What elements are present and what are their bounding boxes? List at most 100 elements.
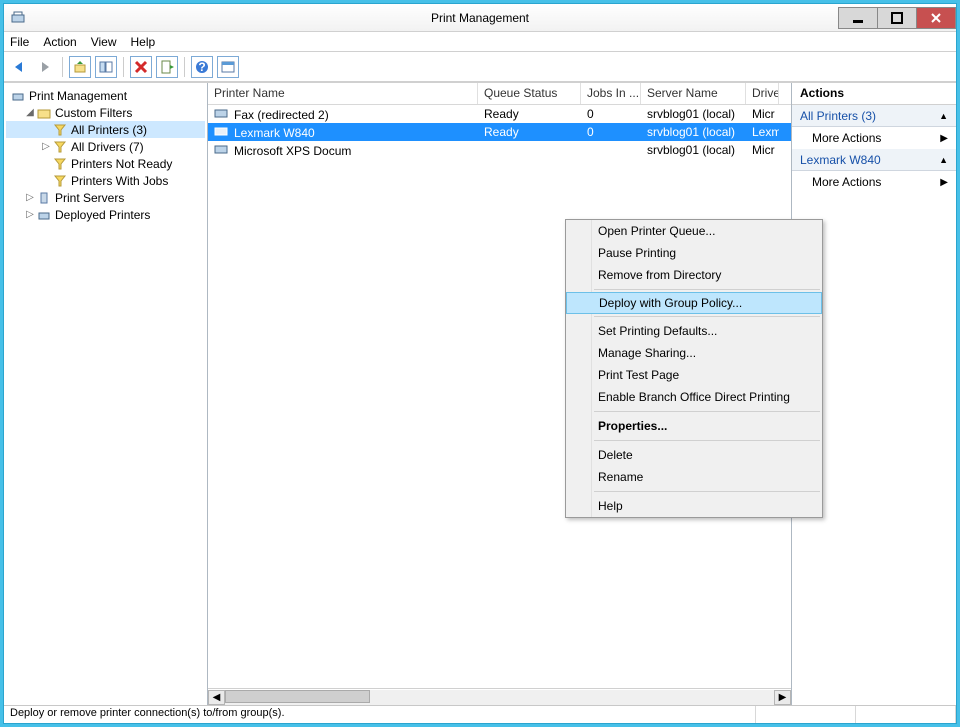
chevron-up-icon: ▲: [939, 155, 948, 165]
tree-all-drivers[interactable]: ▷ All Drivers (7): [6, 138, 205, 155]
cell-name: Fax (redirected 2): [234, 108, 329, 122]
tree-root[interactable]: Print Management: [6, 87, 205, 104]
minimize-button[interactable]: [838, 7, 878, 29]
tree-label: All Drivers (7): [71, 140, 144, 154]
cell-jobs: 0: [581, 107, 641, 121]
actions-title: Actions: [792, 83, 956, 105]
cell-driver: Lexm: [746, 125, 779, 139]
scroll-left-button[interactable]: ◀: [208, 690, 225, 705]
actions-more-selected-printer[interactable]: More Actions ▶: [792, 171, 956, 193]
svg-text:?: ?: [198, 60, 205, 74]
menu-view[interactable]: View: [91, 35, 117, 49]
cm-properties[interactable]: Properties...: [566, 415, 822, 437]
cm-rename[interactable]: Rename: [566, 466, 822, 488]
tree-custom-filters[interactable]: ◢ Custom Filters: [6, 104, 205, 121]
expand-icon[interactable]: ▷: [40, 141, 52, 152]
printer-icon: [10, 88, 26, 104]
status-text: Deploy or remove printer connection(s) t…: [4, 706, 756, 723]
properties-button[interactable]: [217, 56, 239, 78]
cm-remove-from-directory[interactable]: Remove from Directory: [566, 264, 822, 286]
list-header[interactable]: Printer Name Queue Status Jobs In ... Se…: [208, 83, 791, 105]
actions-more-all-printers[interactable]: More Actions ▶: [792, 127, 956, 149]
app-window: Print Management File Action View Help ?…: [3, 3, 957, 724]
expand-icon[interactable]: ▷: [24, 209, 36, 220]
maximize-button[interactable]: [877, 7, 917, 29]
printer-row-selected[interactable]: Lexmark W840 Ready 0 srvblog01 (local) L…: [208, 123, 791, 141]
actions-section-all-printers[interactable]: All Printers (3) ▲: [792, 105, 956, 127]
context-menu-separator: [594, 491, 820, 492]
tree-label: All Printers (3): [71, 123, 147, 137]
filter-icon: [52, 122, 68, 138]
tree-all-printers[interactable]: All Printers (3): [6, 121, 205, 138]
scroll-track[interactable]: [225, 690, 774, 705]
menu-help[interactable]: Help: [131, 35, 156, 49]
scroll-thumb[interactable]: [225, 690, 370, 703]
cm-deploy-group-policy[interactable]: Deploy with Group Policy...: [566, 292, 822, 314]
filter-icon: [52, 139, 68, 155]
toolbar-separator: [184, 57, 185, 77]
printer-icon: [214, 143, 230, 155]
col-jobs[interactable]: Jobs In ...: [581, 83, 641, 104]
scroll-right-button[interactable]: ▶: [774, 690, 791, 705]
cell-server: srvblog01 (local): [641, 107, 746, 121]
cm-open-printer-queue[interactable]: Open Printer Queue...: [566, 220, 822, 242]
col-queue-status[interactable]: Queue Status: [478, 83, 581, 104]
chevron-up-icon: ▲: [939, 111, 948, 121]
cell-status: Ready: [478, 107, 581, 121]
tree-label: Print Servers: [55, 191, 124, 205]
actions-item-label: More Actions: [812, 175, 881, 189]
printer-row[interactable]: Fax (redirected 2) Ready 0 srvblog01 (lo…: [208, 105, 791, 123]
cm-manage-sharing[interactable]: Manage Sharing...: [566, 342, 822, 364]
expand-icon[interactable]: ▷: [24, 192, 36, 203]
actions-section-label: All Printers (3): [800, 109, 876, 123]
context-menu-separator: [594, 440, 820, 441]
col-driver[interactable]: Drive: [746, 83, 779, 104]
actions-section-selected-printer[interactable]: Lexmark W840 ▲: [792, 149, 956, 171]
cm-help[interactable]: Help: [566, 495, 822, 517]
back-button[interactable]: [8, 56, 30, 78]
statusbar: Deploy or remove printer connection(s) t…: [4, 705, 956, 723]
tree-printers-with-jobs[interactable]: Printers With Jobs: [6, 172, 205, 189]
show-hide-button[interactable]: [95, 56, 117, 78]
window-title: Print Management: [431, 11, 529, 25]
toolbar-separator: [123, 57, 124, 77]
cm-pause-printing[interactable]: Pause Printing: [566, 242, 822, 264]
status-cell: [756, 706, 856, 723]
tree-deployed-printers[interactable]: ▷ Deployed Printers: [6, 206, 205, 223]
cm-set-printing-defaults[interactable]: Set Printing Defaults...: [566, 320, 822, 342]
tree-root-label: Print Management: [29, 89, 127, 103]
close-button[interactable]: [916, 7, 956, 29]
help-button[interactable]: ?: [191, 56, 213, 78]
cell-server: srvblog01 (local): [641, 125, 746, 139]
cell-jobs: 0: [581, 125, 641, 139]
col-printer-name[interactable]: Printer Name: [208, 83, 478, 104]
arrow-right-icon: ▶: [940, 177, 948, 188]
export-button[interactable]: [156, 56, 178, 78]
cm-print-test-page[interactable]: Print Test Page: [566, 364, 822, 386]
cell-name: Microsoft XPS Docum: [234, 144, 351, 158]
status-cell: [856, 706, 956, 723]
horizontal-scrollbar[interactable]: ◀ ▶: [208, 688, 791, 705]
tree-pane[interactable]: Print Management ◢ Custom Filters All Pr…: [4, 83, 208, 705]
printers-icon: [36, 207, 52, 223]
toolbar-separator: [62, 57, 63, 77]
menu-file[interactable]: File: [10, 35, 29, 49]
cm-delete[interactable]: Delete: [566, 444, 822, 466]
context-menu-separator: [594, 411, 820, 412]
printer-row[interactable]: Microsoft XPS Docum srvblog01 (local) Mi…: [208, 141, 791, 159]
forward-button[interactable]: [34, 56, 56, 78]
up-button[interactable]: [69, 56, 91, 78]
tree-label: Printers Not Ready: [71, 157, 172, 171]
menu-action[interactable]: Action: [43, 35, 76, 49]
col-server-name[interactable]: Server Name: [641, 83, 746, 104]
delete-button[interactable]: [130, 56, 152, 78]
context-menu: Open Printer Queue... Pause Printing Rem…: [565, 219, 823, 518]
printer-icon: [214, 107, 230, 119]
tree-label: Printers With Jobs: [71, 174, 168, 188]
tree-print-servers[interactable]: ▷ Print Servers: [6, 189, 205, 206]
tree-printers-not-ready[interactable]: Printers Not Ready: [6, 155, 205, 172]
tree-label: Custom Filters: [55, 106, 132, 120]
collapse-icon[interactable]: ◢: [24, 107, 36, 118]
cm-enable-branch-office[interactable]: Enable Branch Office Direct Printing: [566, 386, 822, 408]
cell-status: Ready: [478, 125, 581, 139]
